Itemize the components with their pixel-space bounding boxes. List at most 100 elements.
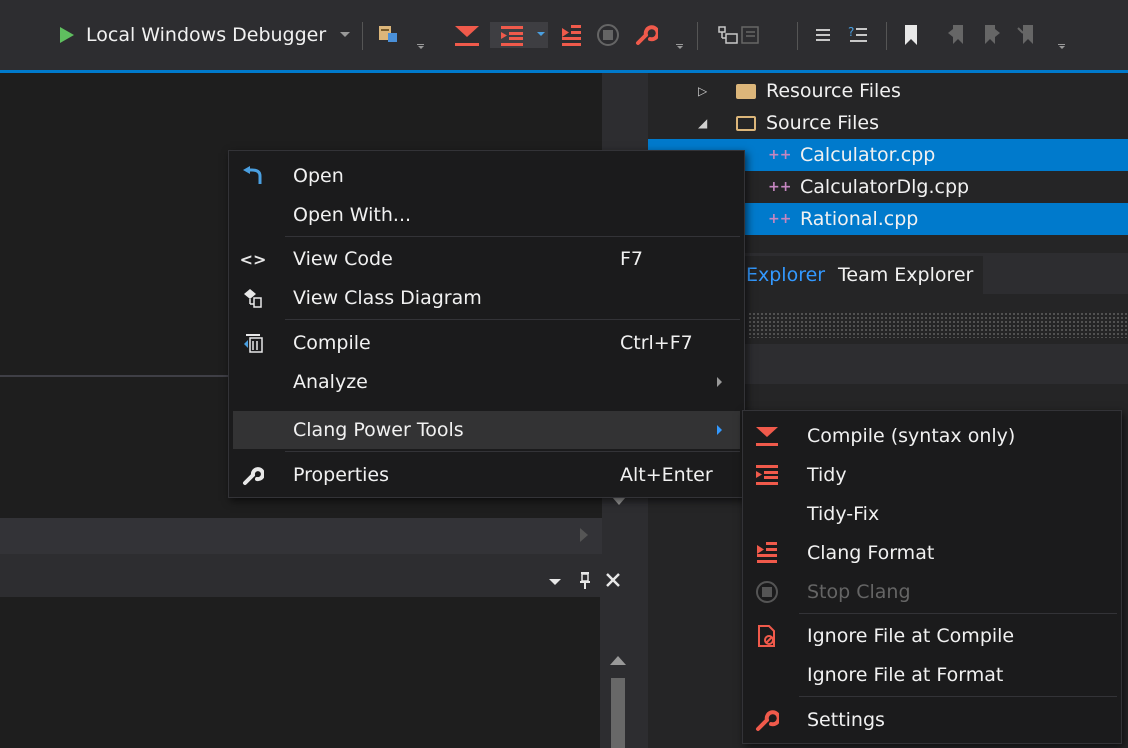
- menu-item-label: Ignore File at Compile: [807, 625, 1015, 647]
- context-menu: Open Open With... <> View Code F7 View C…: [228, 150, 745, 498]
- next-bookmark-icon[interactable]: [978, 22, 1004, 48]
- submenu-arrow-icon: [717, 425, 722, 435]
- tree-item-label: Rational.cpp: [800, 208, 919, 230]
- output-vertical-scrollbar[interactable]: [600, 640, 636, 748]
- menu-item-label: Compile: [293, 332, 371, 354]
- debugger-label: Local Windows Debugger: [86, 24, 327, 46]
- shortcut-label: Ctrl+F7: [620, 332, 693, 354]
- scrollbar-thumb[interactable]: [611, 678, 625, 748]
- explorer-tabs: Explorer Team Explorer: [736, 256, 1128, 294]
- close-panel-icon[interactable]: [603, 570, 623, 590]
- tab-label: Explorer: [746, 264, 826, 286]
- find-dropdown-icon[interactable]: [417, 44, 424, 49]
- svg-text:?: ?: [848, 25, 854, 39]
- tree-item-label: Calculator.cpp: [800, 144, 936, 166]
- menu-item-label: Properties: [293, 464, 390, 486]
- ignore-file-icon: [755, 624, 779, 648]
- submenu-item-compile-syntax[interactable]: Compile (syntax only): [743, 417, 1121, 455]
- undo-arrow-icon: [241, 164, 265, 188]
- compile-syntax-icon[interactable]: [450, 22, 484, 48]
- debugger-dropdown-icon[interactable]: [337, 20, 353, 50]
- submenu-item-clang-format[interactable]: Clang Format: [743, 534, 1121, 572]
- menu-item-label: View Code: [293, 248, 393, 270]
- uncomment-lines-icon[interactable]: ?: [844, 22, 872, 48]
- menu-separator: [285, 319, 740, 320]
- menu-item-label: View Class Diagram: [293, 287, 482, 309]
- menu-item-label: Open: [293, 165, 344, 187]
- menu-item-label: Open With...: [293, 204, 412, 226]
- debugger-selector[interactable]: Local Windows Debugger: [86, 20, 326, 50]
- menu-item-analyze[interactable]: Analyze: [229, 363, 744, 401]
- class-diagram-icon: [241, 286, 265, 310]
- menu-item-label: Ignore File at Format: [807, 664, 1004, 686]
- menu-item-label: Stop Clang: [807, 581, 911, 603]
- tree-item-label: CalculatorDlg.cpp: [800, 176, 970, 198]
- tree-item-label: Resource Files: [766, 80, 901, 102]
- menu-item-label: Settings: [807, 709, 885, 731]
- clear-bookmarks-icon[interactable]: [1014, 22, 1040, 48]
- prev-bookmark-icon[interactable]: [944, 22, 970, 48]
- open-folder-icon: [736, 115, 756, 131]
- editor-horizontal-scrollbar[interactable]: [0, 518, 602, 554]
- tab-team-explorer[interactable]: Team Explorer: [828, 256, 984, 294]
- stop-icon: [755, 580, 779, 604]
- menu-item-label: Tidy: [807, 464, 847, 486]
- tidy-icon[interactable]: [490, 22, 534, 48]
- cpp-file-icon: ++: [768, 179, 792, 195]
- pin-icon[interactable]: [578, 569, 594, 591]
- menu-item-label: Clang Power Tools: [293, 419, 464, 441]
- submenu-item-tidy[interactable]: Tidy: [743, 456, 1121, 494]
- menu-item-label: Compile (syntax only): [807, 425, 1016, 447]
- collapsed-arrow-icon[interactable]: ▷: [698, 84, 707, 98]
- menu-separator: [285, 451, 740, 452]
- clang-submenu: Compile (syntax only) Tidy Tidy-Fix Clan…: [742, 410, 1122, 744]
- tree-item-source-files[interactable]: ◢ Source Files: [648, 107, 1128, 139]
- nav-list-icon[interactable]: [736, 22, 764, 48]
- menu-item-compile[interactable]: Compile Ctrl+F7: [229, 324, 744, 362]
- toolbar-separator: [797, 22, 798, 50]
- tab-solution-explorer[interactable]: Explorer: [736, 256, 836, 294]
- tab-label: Team Explorer: [838, 264, 974, 286]
- settings-wrench-icon[interactable]: [632, 22, 660, 48]
- bookmark-icon[interactable]: [898, 22, 924, 48]
- menu-item-open-with[interactable]: Open With...: [229, 196, 744, 234]
- menu-item-view-code[interactable]: <> View Code F7: [229, 240, 744, 278]
- menu-item-label: Tidy-Fix: [807, 503, 880, 525]
- tidy-icon: [755, 463, 779, 487]
- cpp-file-icon: ++: [768, 211, 792, 227]
- submenu-item-ignore-format[interactable]: Ignore File at Format: [743, 656, 1121, 694]
- menu-item-open[interactable]: Open: [229, 157, 744, 195]
- clang-dropdown-icon[interactable]: [676, 44, 683, 49]
- comment-lines-icon[interactable]: [810, 22, 836, 48]
- start-debugging-icon[interactable]: [56, 22, 78, 48]
- tidy-dropdown-icon[interactable]: [534, 22, 548, 48]
- folder-icon: [736, 83, 756, 99]
- stop-clang-icon[interactable]: [593, 22, 623, 48]
- panel-dropdown-icon[interactable]: [548, 571, 566, 589]
- find-in-files-icon[interactable]: [374, 22, 402, 48]
- submenu-item-ignore-compile[interactable]: Ignore File at Compile: [743, 617, 1121, 655]
- compile-syntax-icon: [755, 424, 779, 448]
- clang-format-icon[interactable]: [555, 22, 587, 48]
- expanded-arrow-icon[interactable]: ◢: [698, 116, 707, 130]
- code-brackets-icon: <>: [239, 249, 267, 269]
- output-panel-header: [0, 563, 636, 597]
- wrench-icon: [241, 463, 265, 487]
- submenu-item-settings[interactable]: Settings: [743, 701, 1121, 739]
- compile-icon: [241, 331, 265, 355]
- submenu-arrow-icon: [717, 377, 722, 387]
- shortcut-label: F7: [620, 248, 644, 270]
- menu-item-view-class-diagram[interactable]: View Class Diagram: [229, 279, 744, 317]
- menu-separator: [285, 236, 740, 237]
- output-panel-body[interactable]: [0, 597, 600, 748]
- tree-item-resource-files[interactable]: ▷ Resource Files: [648, 75, 1128, 107]
- menu-item-label: Analyze: [293, 371, 368, 393]
- menu-item-properties[interactable]: Properties Alt+Enter: [229, 456, 744, 494]
- menu-separator: [799, 613, 1117, 614]
- menu-item-clang-power-tools[interactable]: Clang Power Tools: [233, 411, 740, 449]
- clang-format-icon: [755, 541, 779, 565]
- submenu-item-stop-clang[interactable]: Stop Clang: [743, 573, 1121, 611]
- submenu-item-tidy-fix[interactable]: Tidy-Fix: [743, 495, 1121, 533]
- bookmarks-dropdown-icon[interactable]: [1058, 44, 1065, 49]
- wrench-icon: [755, 708, 779, 732]
